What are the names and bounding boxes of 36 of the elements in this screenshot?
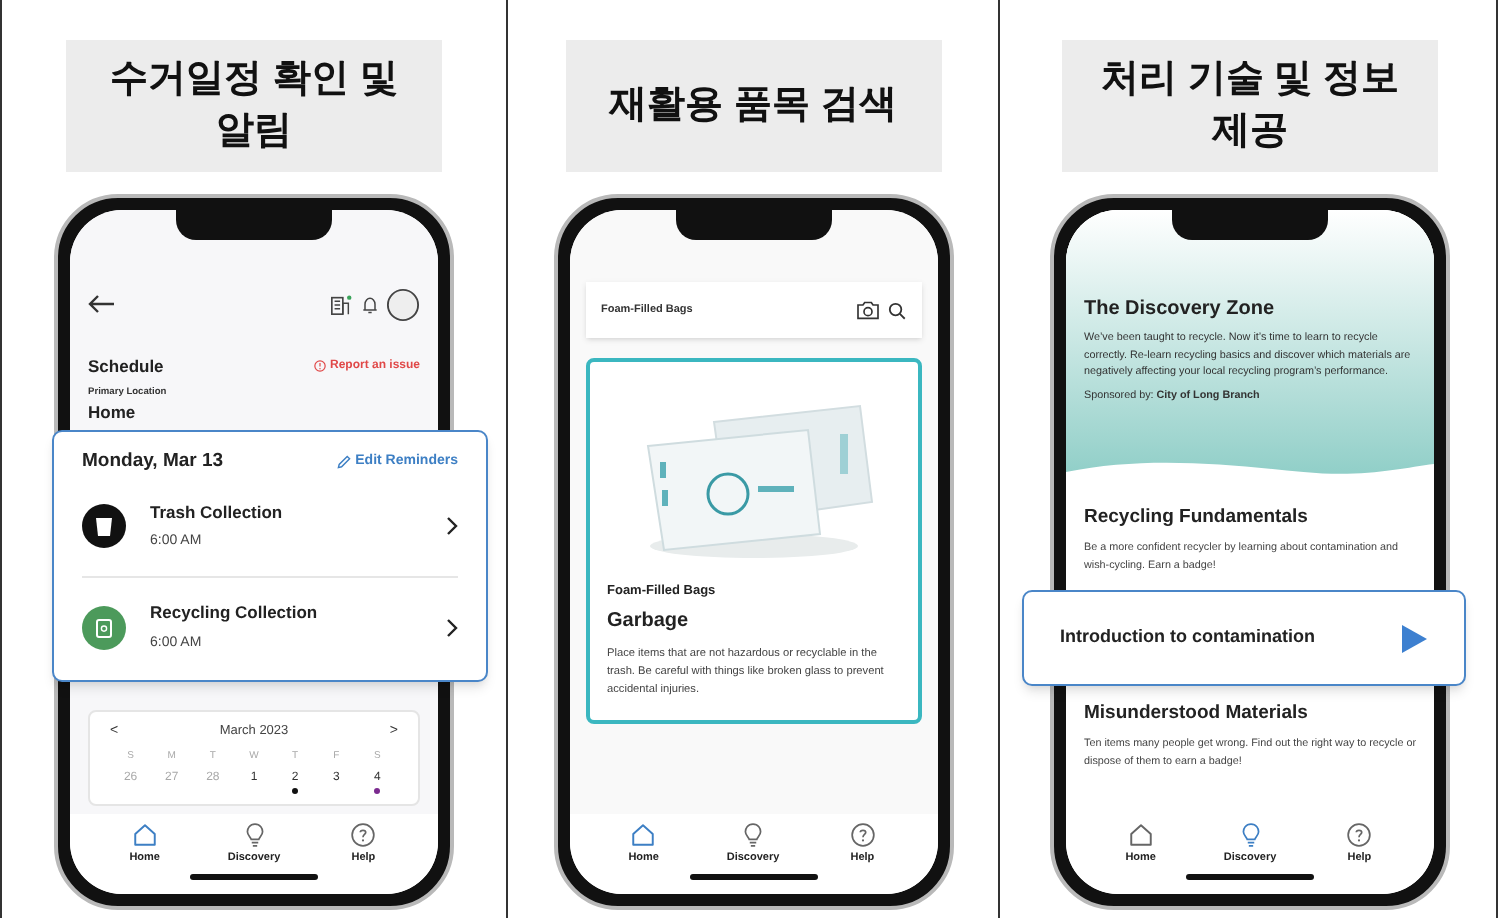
lightbulb-icon (740, 821, 766, 848)
info-icon (313, 360, 326, 373)
home-indicator (1186, 874, 1314, 879)
help-icon (350, 821, 377, 848)
panel-title: 처리 기술 및 정보 제공 (1099, 56, 1401, 156)
chevron-right-icon (446, 516, 458, 537)
pencil-icon (335, 454, 352, 471)
building-icon[interactable] (330, 293, 352, 315)
home-indicator (689, 874, 817, 879)
location-name: Home (88, 399, 138, 426)
lightbulb-icon (1237, 821, 1263, 848)
avatar-icon[interactable] (386, 287, 420, 321)
play-icon (1400, 623, 1428, 653)
section-heading: Recycling Fundamentals (1084, 503, 1310, 532)
home-indicator (190, 874, 318, 879)
reminder-date: Monday, Mar 13 (82, 448, 224, 476)
home-icon (630, 821, 657, 848)
panel-title: 수거일정 확인 및 알림 (108, 56, 400, 156)
trash-can-icon (82, 504, 126, 549)
lightbulb-icon (241, 821, 267, 848)
camera-icon[interactable] (855, 300, 879, 320)
bell-icon[interactable] (360, 293, 380, 315)
lesson-button[interactable]: Introduction to contamination (1022, 590, 1466, 686)
help-icon (849, 821, 876, 848)
search-icon[interactable] (887, 301, 905, 319)
back-arrow-icon[interactable] (88, 294, 116, 314)
panel-title: 재활용 품목 검색 (609, 82, 897, 130)
item-category: Garbage (607, 607, 691, 636)
section-title: Schedule (88, 354, 164, 380)
section-heading: Misunderstood Materials (1084, 700, 1310, 729)
home-icon (131, 821, 158, 848)
recycling-bin-icon (82, 605, 126, 650)
help-icon (1346, 821, 1373, 848)
home-icon (1127, 821, 1154, 848)
banner-title: The Discovery Zone (1084, 296, 1277, 324)
chevron-right-icon (446, 617, 458, 638)
